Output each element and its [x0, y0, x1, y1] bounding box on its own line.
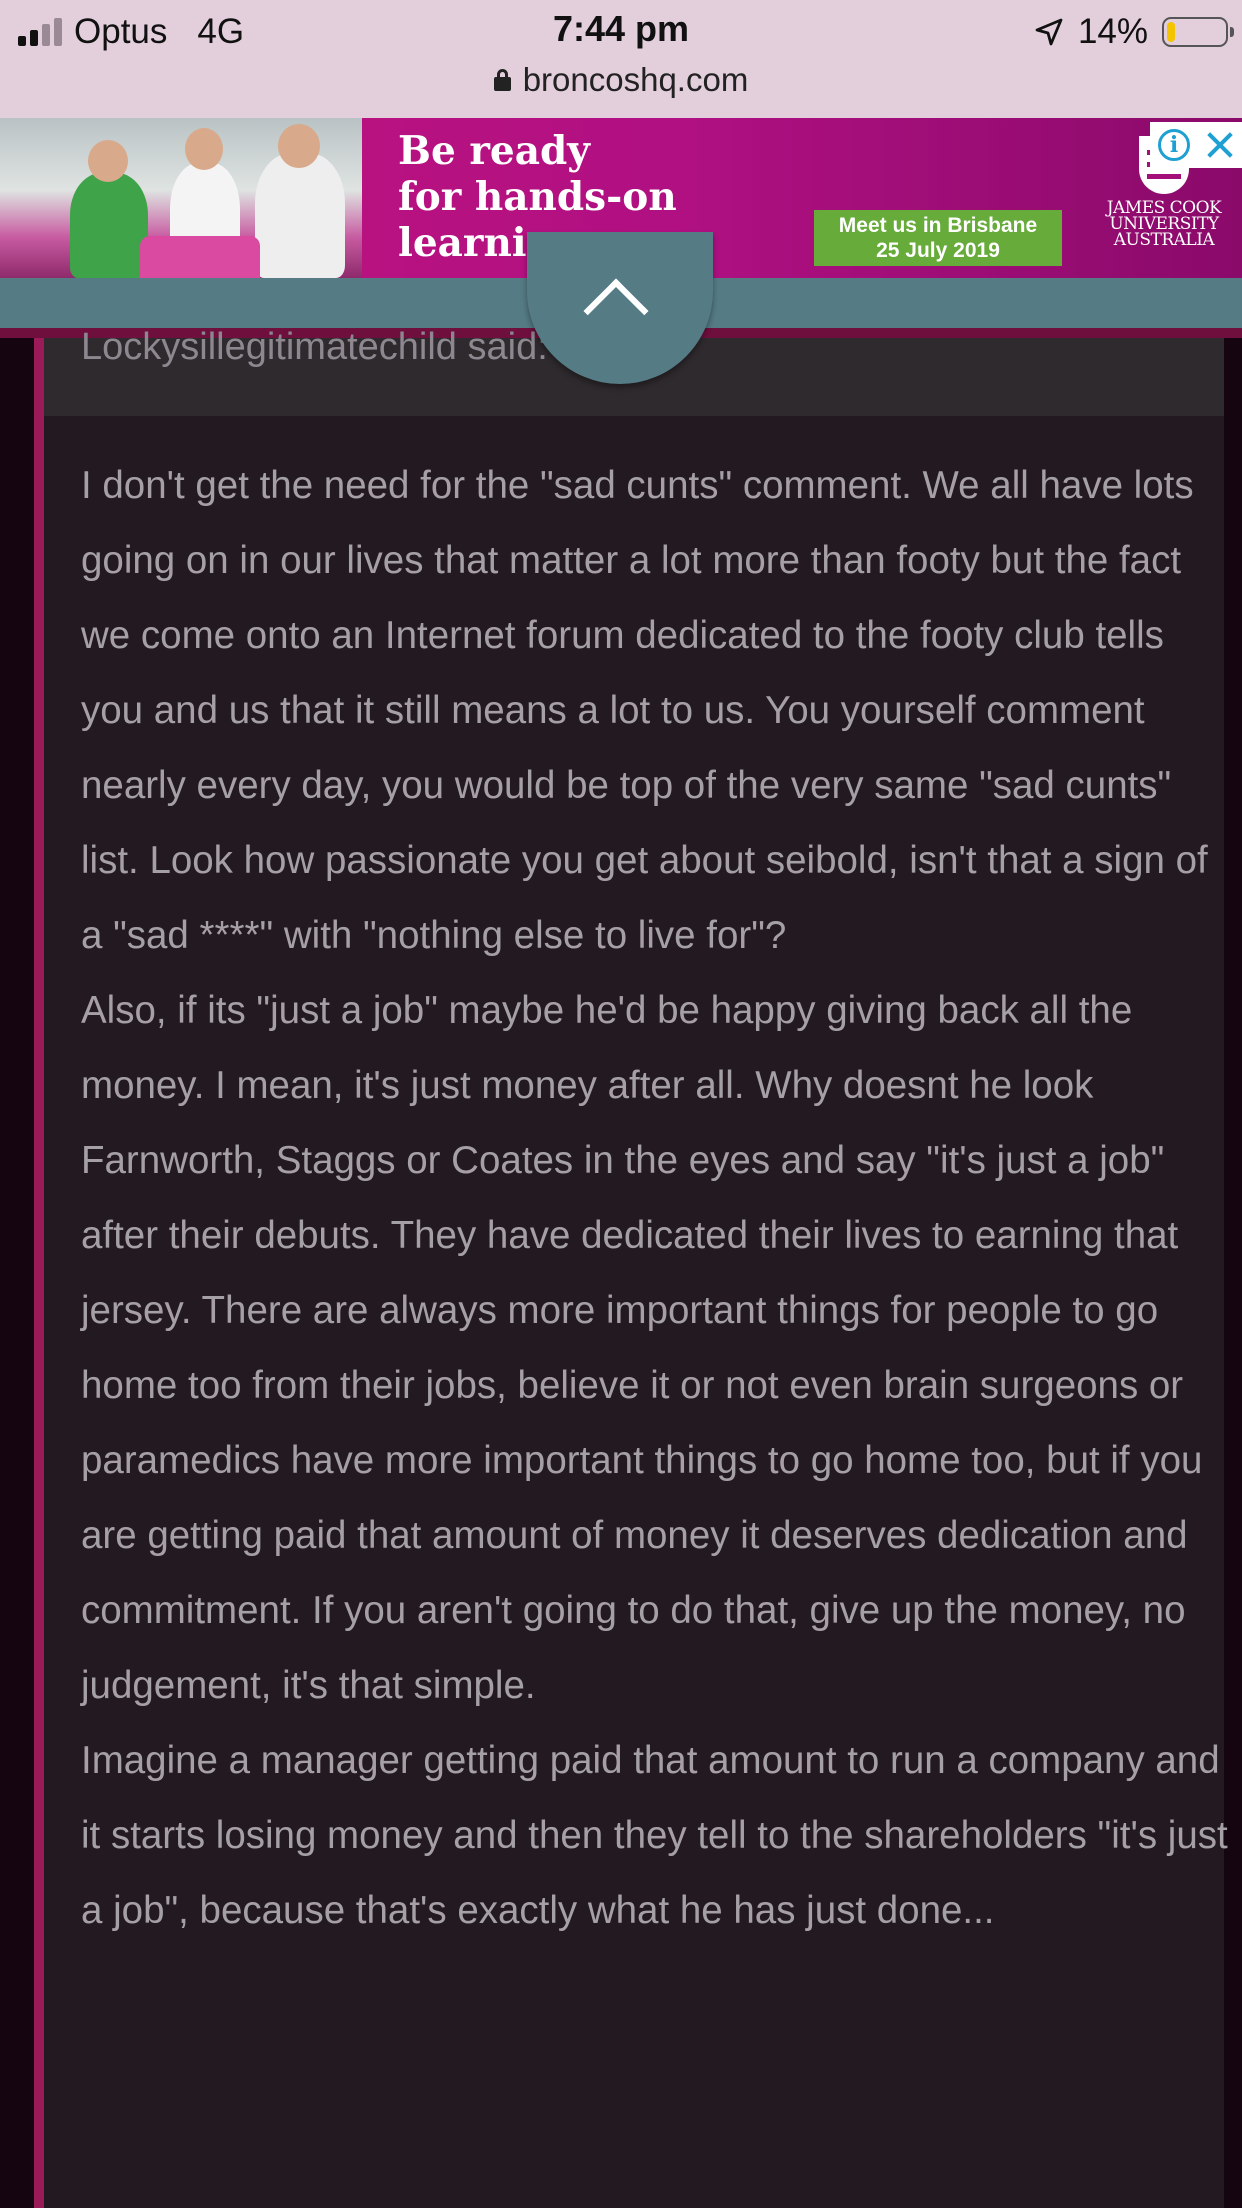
url-text[interactable]: broncoshq.com [523, 61, 749, 99]
ad-photo [0, 118, 362, 278]
quote-paragraph: Imagine a manager getting paid that amou… [81, 1739, 1228, 1932]
chevron-up-icon [583, 278, 649, 344]
status-right: 14% [1034, 10, 1234, 54]
ad-brand-text: JAMES COOK UNIVERSITY AUSTRALIA [1106, 198, 1222, 250]
battery-icon [1162, 17, 1234, 47]
ad-cta-button[interactable]: Meet us in Brisbane 25 July 2019 [814, 210, 1062, 266]
close-icon[interactable] [1206, 131, 1234, 159]
battery-percent: 14% [1077, 12, 1148, 51]
adchoices-bar: i [1150, 122, 1242, 168]
location-arrow-icon [1035, 18, 1063, 46]
quote-paragraph: I don't get the need for the "sad cunts"… [81, 464, 1208, 957]
quote-paragraph: Also, if its "just a job" maybe he'd be … [81, 989, 1203, 1707]
quote-author[interactable]: Lockysillegitimatechild said: [81, 326, 548, 369]
quote-body: I don't get the need for the "sad cunts"… [81, 448, 1231, 1948]
address-bar[interactable]: broncoshq.com [0, 58, 1242, 102]
status-bar: Optus 4G 7:44 pm 14% broncoshq.com [0, 0, 1242, 118]
adchoices-info-icon[interactable]: i [1158, 129, 1190, 161]
page-content: Lockysillegitimatechild said: I don't ge… [0, 326, 1242, 2208]
lock-icon [493, 69, 511, 91]
battery-fill [1167, 22, 1175, 42]
post-quote: Lockysillegitimatechild said: I don't ge… [34, 326, 1228, 2208]
